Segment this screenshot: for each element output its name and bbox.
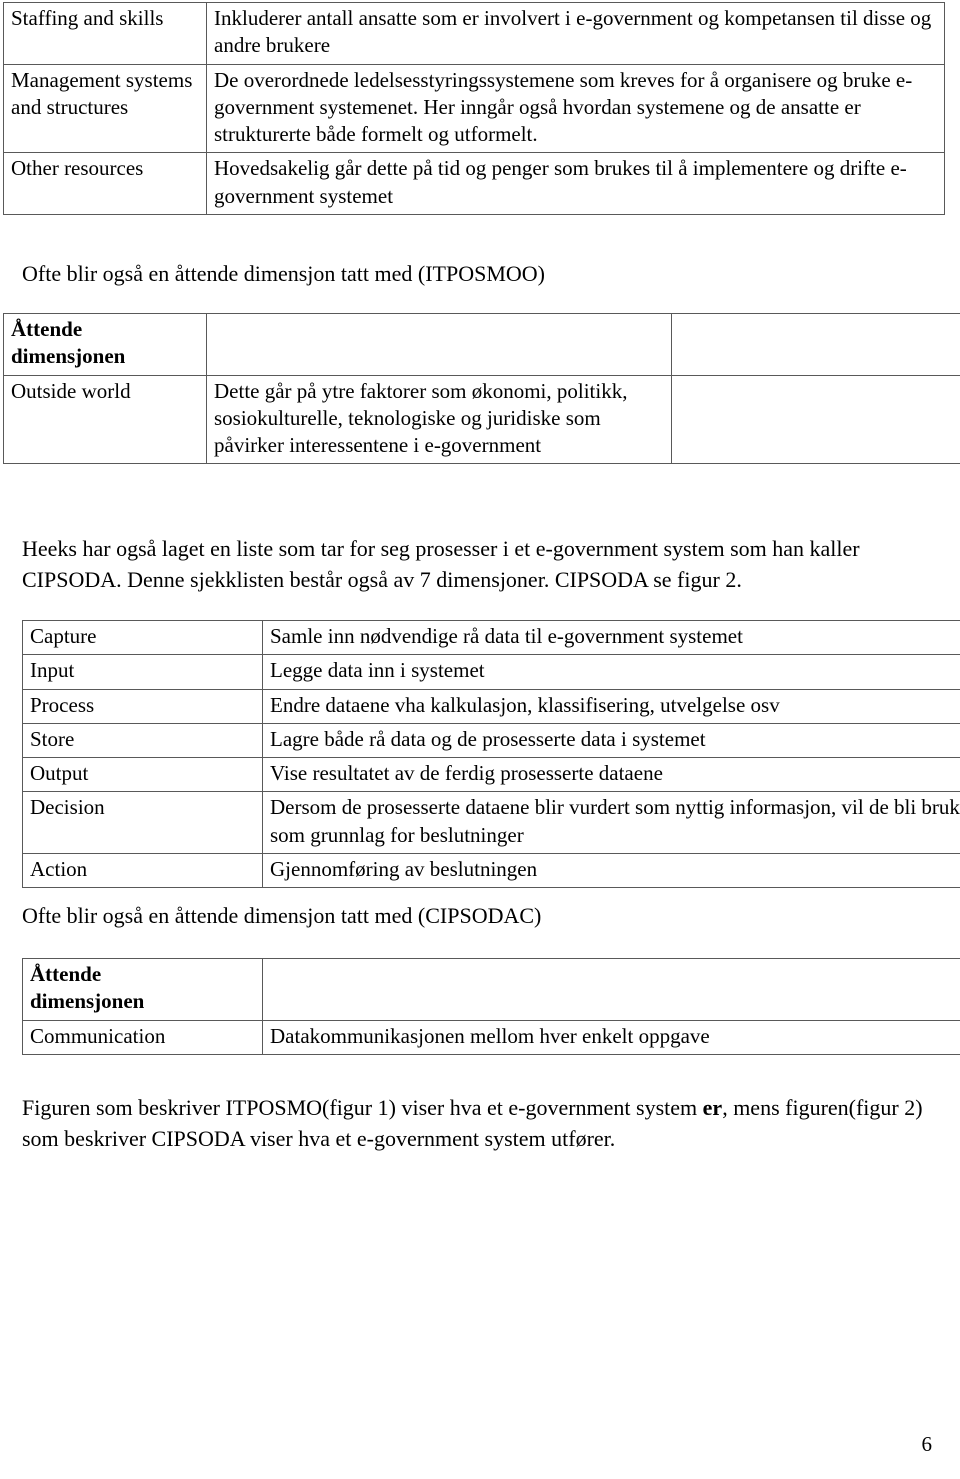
process-name-cell: Store: [22, 722, 263, 759]
itposmo-dimensions-table: Staffing and skills Inkluderer antall an…: [3, 2, 945, 216]
table-row: Input Legge data inn i systemet: [22, 654, 960, 690]
paragraph-part-1: Figuren som beskriver ITPOSMO(figur 1) v…: [22, 1095, 703, 1120]
heading-itposmoo: Ofte blir også en åttende dimensjon tatt…: [22, 261, 546, 286]
table-row: Store Lagre både rå data og de prosesser…: [22, 722, 960, 759]
dimension-name-cell: Outside world: [3, 374, 207, 465]
paragraph-figuren-summary: Figuren som beskriver ITPOSMO(figur 1) v…: [22, 1092, 927, 1154]
process-description-cell: Lagre både rå data og de prosesserte dat…: [262, 722, 960, 759]
table-row: Management systems and structures De ove…: [3, 63, 945, 154]
row-empty-cell-3: [671, 374, 960, 465]
header-empty-cell-2: [262, 958, 960, 1021]
process-name-cell: Process: [22, 688, 263, 724]
table-row: Decision Dersom de prosesserte dataene b…: [22, 791, 960, 855]
document-page: Staffing and skills Inkluderer antall an…: [0, 0, 960, 1479]
header-label-line2: dimensjonen: [11, 344, 126, 369]
dimension-description-cell: Hovedsakelig går dette på tid og penger …: [206, 152, 945, 216]
header-label-line1: Åttende: [11, 317, 83, 341]
heading-cipsodac: Ofte blir også en åttende dimensjon tatt…: [22, 903, 542, 928]
header-label-line1: Åttende: [30, 962, 102, 986]
paragraph-heeks-cipsoda: Heeks har også laget en liste som tar fo…: [22, 536, 860, 593]
process-description-cell: Legge data inn i systemet: [262, 654, 960, 690]
table-row: Action Gjennomføring av beslutningen: [22, 853, 960, 889]
dimension-description-cell: De overordnede ledelsesstyringssystemene…: [206, 63, 945, 154]
table-row: Outside world Dette går på ytre faktorer…: [3, 374, 960, 465]
itposmoo-eighth-dimension-table: Åttende dimensjonen Outside world Dette g…: [3, 313, 960, 465]
table-row: Process Endre dataene vha kalkulasjon, k…: [22, 688, 960, 724]
table-row: Capture Samle inn nødvendige rå data til…: [22, 619, 960, 656]
dimension-name-cell: Staffing and skills: [3, 2, 207, 65]
dimension-description-cell: Datakommunikasjonen mellom hver enkelt o…: [262, 1019, 960, 1055]
dimension-description-cell: Dette går på ytre faktorer som økonomi, …: [206, 374, 672, 465]
eighth-dimension-header-cell: Åttende dimensjonen: [22, 958, 263, 1021]
eighth-dimension-header-cell: Åttende dimensjonen: [3, 313, 207, 376]
table-row: Staffing and skills Inkluderer antall an…: [3, 2, 945, 65]
process-description-cell: Vise resultatet av de ferdig prosesserte…: [262, 757, 960, 793]
table-header-row: Åttende dimensjonen: [3, 313, 960, 376]
cipsoda-process-table: Capture Samle inn nødvendige rå data til…: [22, 619, 960, 889]
paragraph-emphasis: er: [702, 1095, 723, 1120]
header-empty-cell-2: [206, 313, 672, 376]
page-number: 6: [921, 1432, 933, 1456]
table-row: Other resources Hovedsakelig går dette p…: [3, 152, 945, 216]
table-row: Communication Datakommunikasjonen mellom…: [22, 1019, 960, 1055]
cipsodac-eighth-dimension-table: Åttende dimensjonen Communication Datakom…: [22, 958, 960, 1055]
dimension-description-cell: Inkluderer antall ansatte som er involve…: [206, 2, 945, 65]
process-description-cell: Samle inn nødvendige rå data til e-gover…: [262, 619, 960, 656]
table-header-row: Åttende dimensjonen: [22, 958, 960, 1021]
header-empty-cell-3: [671, 313, 960, 376]
table-row: Output Vise resultatet av de ferdig pros…: [22, 757, 960, 793]
process-description-cell: Gjennomføring av beslutningen: [262, 853, 960, 889]
process-name-cell: Input: [22, 654, 263, 690]
dimension-name-cell: Other resources: [3, 152, 207, 216]
header-label-line2: dimensjonen: [30, 989, 145, 1014]
process-name-cell: Output: [22, 757, 263, 793]
process-name-cell: Action: [22, 853, 263, 889]
process-description-cell: Endre dataene vha kalkulasjon, klassifis…: [262, 688, 960, 724]
process-name-cell: Decision: [22, 791, 263, 855]
dimension-name-cell: Communication: [22, 1019, 263, 1055]
dimension-name-cell: Management systems and structures: [3, 63, 207, 154]
process-name-cell: Capture: [22, 619, 263, 656]
process-description-cell: Dersom de prosesserte dataene blir vurde…: [262, 791, 960, 855]
